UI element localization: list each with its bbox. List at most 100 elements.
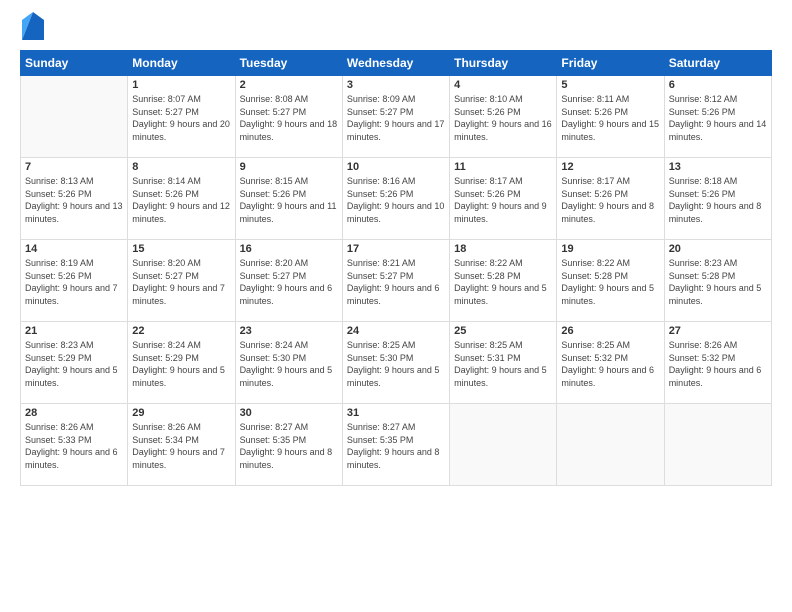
weekday-header-sunday: Sunday [21,51,128,76]
calendar-cell: 13 Sunrise: 8:18 AMSunset: 5:26 PMDayligh… [664,158,771,240]
day-info: Sunrise: 8:26 AMSunset: 5:33 PMDaylight:… [25,421,123,471]
day-info: Sunrise: 8:12 AMSunset: 5:26 PMDaylight:… [669,93,767,143]
weekday-header-friday: Friday [557,51,664,76]
day-info: Sunrise: 8:22 AMSunset: 5:28 PMDaylight:… [454,257,552,307]
day-number: 21 [25,325,123,337]
calendar-cell: 12Sunrise: 8:17 AMSunset: 5:26 PMDayligh… [557,158,664,240]
calendar-cell: 17 Sunrise: 8:21 AMSunset: 5:27 PMDayligh… [342,240,449,322]
day-number: 2 [240,79,338,91]
calendar-cell: 15Sunrise: 8:20 AMSunset: 5:27 PMDayligh… [128,240,235,322]
calendar-cell: 25 Sunrise: 8:25 AMSunset: 5:31 PMDayligh… [450,322,557,404]
weekday-header-wednesday: Wednesday [342,51,449,76]
day-number: 28 [25,407,123,419]
calendar-cell: 29Sunrise: 8:26 AMSunset: 5:34 PMDayligh… [128,404,235,486]
calendar-cell: 27Sunrise: 8:26 AMSunset: 5:32 PMDayligh… [664,322,771,404]
day-info: Sunrise: 8:15 AMSunset: 5:26 PMDaylight:… [240,175,338,225]
calendar-body: 1 Sunrise: 8:07 AMSunset: 5:27 PMDaylight… [21,76,772,486]
day-number: 25 [454,325,552,337]
day-number: 12 [561,161,659,173]
day-info: Sunrise: 8:26 AMSunset: 5:34 PMDaylight:… [132,421,230,471]
day-number: 22 [132,325,230,337]
calendar-cell: 21 Sunrise: 8:23 AMSunset: 5:29 PMDayligh… [21,322,128,404]
calendar-cell: 9 Sunrise: 8:15 AMSunset: 5:26 PMDaylight… [235,158,342,240]
day-number: 26 [561,325,659,337]
weekday-header-monday: Monday [128,51,235,76]
calendar-cell: 11 Sunrise: 8:17 AMSunset: 5:26 PMDayligh… [450,158,557,240]
day-number: 1 [132,79,230,91]
calendar-cell [450,404,557,486]
calendar-cell: 24 Sunrise: 8:25 AMSunset: 5:30 PMDayligh… [342,322,449,404]
day-info: Sunrise: 8:11 AMSunset: 5:26 PMDaylight:… [561,93,659,143]
calendar-week-2: 7 Sunrise: 8:13 AMSunset: 5:26 PMDaylight… [21,158,772,240]
day-number: 5 [561,79,659,91]
day-number: 17 [347,243,445,255]
calendar-cell: 31 Sunrise: 8:27 AMSunset: 5:35 PMDayligh… [342,404,449,486]
calendar-cell: 18 Sunrise: 8:22 AMSunset: 5:28 PMDayligh… [450,240,557,322]
day-number: 18 [454,243,552,255]
day-number: 20 [669,243,767,255]
day-number: 8 [132,161,230,173]
day-number: 4 [454,79,552,91]
day-number: 13 [669,161,767,173]
day-info: Sunrise: 8:20 AMSunset: 5:27 PMDaylight:… [240,257,338,307]
logo [20,16,44,40]
day-info: Sunrise: 8:27 AMSunset: 5:35 PMDaylight:… [240,421,338,471]
day-number: 30 [240,407,338,419]
day-info: Sunrise: 8:21 AMSunset: 5:27 PMDaylight:… [347,257,445,307]
day-number: 6 [669,79,767,91]
day-info: Sunrise: 8:14 AMSunset: 5:26 PMDaylight:… [132,175,230,225]
calendar-cell [664,404,771,486]
day-info: Sunrise: 8:25 AMSunset: 5:30 PMDaylight:… [347,339,445,389]
day-info: Sunrise: 8:24 AMSunset: 5:30 PMDaylight:… [240,339,338,389]
day-info: Sunrise: 8:13 AMSunset: 5:26 PMDaylight:… [25,175,123,225]
day-number: 23 [240,325,338,337]
day-info: Sunrise: 8:27 AMSunset: 5:35 PMDaylight:… [347,421,445,471]
day-info: Sunrise: 8:24 AMSunset: 5:29 PMDaylight:… [132,339,230,389]
calendar-cell: 30 Sunrise: 8:27 AMSunset: 5:35 PMDayligh… [235,404,342,486]
calendar-week-3: 14 Sunrise: 8:19 AMSunset: 5:26 PMDayligh… [21,240,772,322]
day-info: Sunrise: 8:23 AMSunset: 5:29 PMDaylight:… [25,339,123,389]
calendar-cell: 14 Sunrise: 8:19 AMSunset: 5:26 PMDayligh… [21,240,128,322]
calendar-week-4: 21 Sunrise: 8:23 AMSunset: 5:29 PMDayligh… [21,322,772,404]
calendar-cell: 28 Sunrise: 8:26 AMSunset: 5:33 PMDayligh… [21,404,128,486]
day-number: 16 [240,243,338,255]
day-number: 11 [454,161,552,173]
day-number: 14 [25,243,123,255]
calendar-cell: 20Sunrise: 8:23 AMSunset: 5:28 PMDayligh… [664,240,771,322]
calendar-cell: 7 Sunrise: 8:13 AMSunset: 5:26 PMDaylight… [21,158,128,240]
day-info: Sunrise: 8:07 AMSunset: 5:27 PMDaylight:… [132,93,230,143]
day-info: Sunrise: 8:10 AMSunset: 5:26 PMDaylight:… [454,93,552,143]
weekday-row: SundayMondayTuesdayWednesdayThursdayFrid… [21,51,772,76]
calendar-cell: 19 Sunrise: 8:22 AMSunset: 5:28 PMDayligh… [557,240,664,322]
calendar-cell [557,404,664,486]
logo-icon [22,12,44,40]
weekday-header-saturday: Saturday [664,51,771,76]
day-number: 7 [25,161,123,173]
calendar-week-1: 1 Sunrise: 8:07 AMSunset: 5:27 PMDaylight… [21,76,772,158]
weekday-header-thursday: Thursday [450,51,557,76]
day-info: Sunrise: 8:25 AMSunset: 5:31 PMDaylight:… [454,339,552,389]
day-info: Sunrise: 8:17 AMSunset: 5:26 PMDaylight:… [454,175,552,225]
calendar: SundayMondayTuesdayWednesdayThursdayFrid… [20,50,772,486]
calendar-cell: 16 Sunrise: 8:20 AMSunset: 5:27 PMDayligh… [235,240,342,322]
calendar-cell: 1 Sunrise: 8:07 AMSunset: 5:27 PMDaylight… [128,76,235,158]
header [20,16,772,40]
day-info: Sunrise: 8:18 AMSunset: 5:26 PMDaylight:… [669,175,767,225]
day-number: 10 [347,161,445,173]
calendar-header: SundayMondayTuesdayWednesdayThursdayFrid… [21,51,772,76]
calendar-cell: 5 Sunrise: 8:11 AMSunset: 5:26 PMDaylight… [557,76,664,158]
day-info: Sunrise: 8:22 AMSunset: 5:28 PMDaylight:… [561,257,659,307]
calendar-cell: 8 Sunrise: 8:14 AMSunset: 5:26 PMDaylight… [128,158,235,240]
day-number: 19 [561,243,659,255]
calendar-cell: 2Sunrise: 8:08 AMSunset: 5:27 PMDaylight… [235,76,342,158]
calendar-cell: 23 Sunrise: 8:24 AMSunset: 5:30 PMDayligh… [235,322,342,404]
day-number: 15 [132,243,230,255]
day-info: Sunrise: 8:16 AMSunset: 5:26 PMDaylight:… [347,175,445,225]
day-info: Sunrise: 8:19 AMSunset: 5:26 PMDaylight:… [25,257,123,307]
day-number: 31 [347,407,445,419]
day-number: 24 [347,325,445,337]
day-number: 9 [240,161,338,173]
weekday-header-tuesday: Tuesday [235,51,342,76]
day-info: Sunrise: 8:26 AMSunset: 5:32 PMDaylight:… [669,339,767,389]
day-number: 3 [347,79,445,91]
